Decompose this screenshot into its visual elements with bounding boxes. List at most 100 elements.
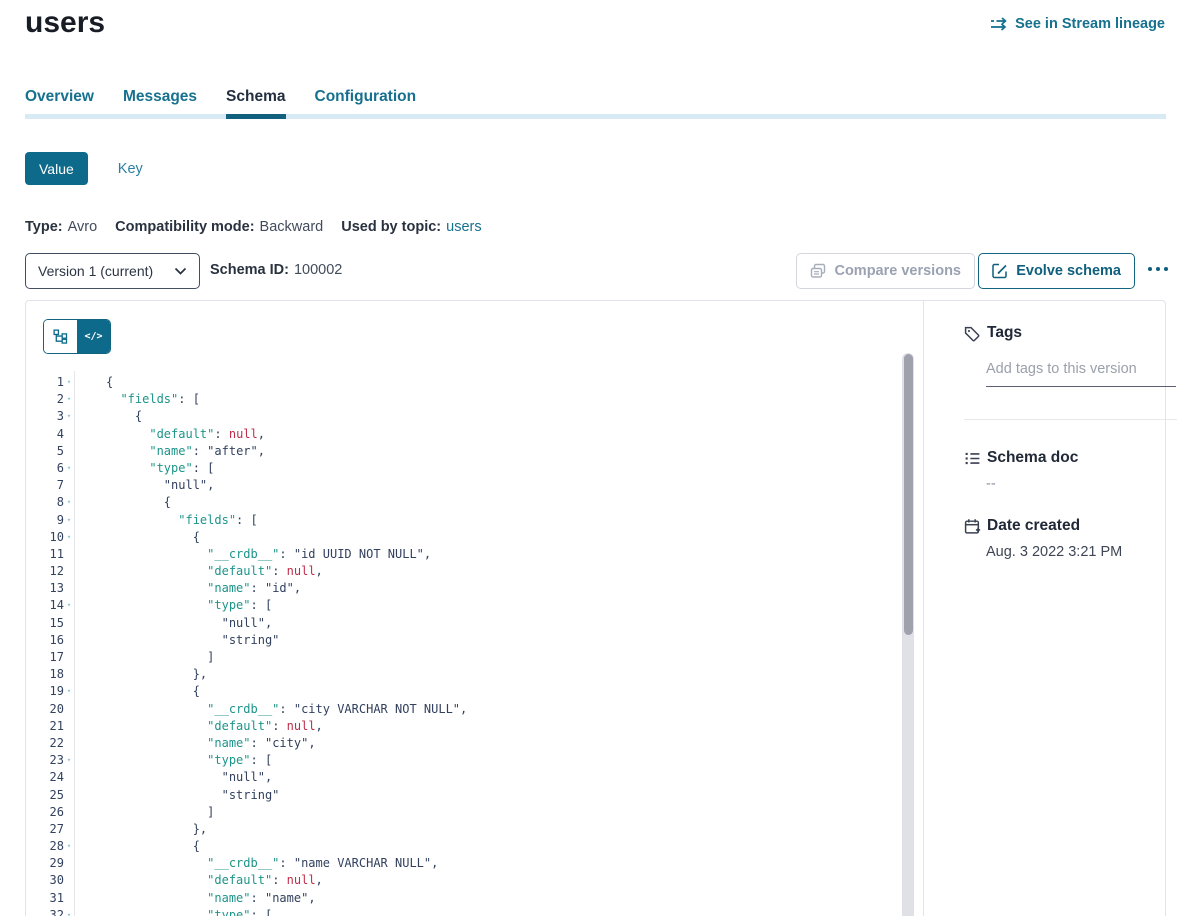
arrow-spacer	[64, 804, 74, 821]
arrow-spacer	[64, 718, 74, 735]
line-number: 25	[26, 787, 64, 804]
collapse-arrow-icon[interactable]: ▾	[64, 460, 74, 477]
code-line: 19▾ {	[26, 683, 915, 700]
arrow-spacer	[64, 855, 74, 872]
code-line: 31 "name": "name",	[26, 890, 915, 907]
tab-schema[interactable]: Schema	[226, 88, 285, 106]
code-line: 7 "null",	[26, 477, 915, 494]
line-number: 32	[26, 907, 64, 916]
code-line: 26 ]	[26, 804, 915, 821]
collapse-arrow-icon[interactable]: ▾	[64, 597, 74, 614]
code-text: {	[74, 683, 200, 700]
type-label: Type:	[25, 219, 63, 235]
code-line: 23▾ "type": [	[26, 752, 915, 769]
code-line: 27 },	[26, 821, 915, 838]
stream-lineage-link[interactable]: See in Stream lineage	[990, 16, 1165, 32]
compat-value: Backward	[260, 219, 324, 235]
tab-label: Configuration	[315, 88, 417, 105]
code-line: 12 "default": null,	[26, 563, 915, 580]
code-line: 9▾ "fields": [	[26, 512, 915, 529]
arrow-spacer	[64, 615, 74, 632]
code-line: 4 "default": null,	[26, 426, 915, 443]
tab-overview[interactable]: Overview	[25, 88, 94, 106]
tab-configuration[interactable]: Configuration	[315, 88, 417, 106]
evolve-schema-icon	[992, 263, 1008, 279]
code-line: 30 "default": null,	[26, 872, 915, 889]
code-line: 11 "__crdb__": "id UUID NOT NULL",	[26, 546, 915, 563]
evolve-schema-button[interactable]: Evolve schema	[978, 253, 1135, 289]
schema-id-label: Schema ID:	[210, 262, 289, 278]
line-number: 11	[26, 546, 64, 563]
more-options-button[interactable]	[1148, 267, 1168, 271]
tree-view-button[interactable]	[44, 320, 77, 353]
code-scrollbar-track[interactable]	[902, 353, 914, 916]
code-text: "name": "after",	[74, 443, 265, 460]
line-number: 15	[26, 615, 64, 632]
compat-pair: Compatibility mode:Backward	[115, 219, 323, 235]
code-text: "string"	[74, 632, 279, 649]
line-number: 31	[26, 890, 64, 907]
line-number: 22	[26, 735, 64, 752]
arrow-spacer	[64, 649, 74, 666]
collapse-arrow-icon[interactable]: ▾	[64, 838, 74, 855]
value-toggle-button[interactable]: Value	[25, 152, 88, 185]
arrow-spacer	[64, 666, 74, 683]
key-toggle-button[interactable]: Key	[112, 160, 149, 178]
code-text: "fields": [	[74, 512, 258, 529]
line-number: 6	[26, 460, 64, 477]
code-text: {	[74, 529, 200, 546]
code-view-button[interactable]: </>	[77, 320, 110, 353]
code-line: 18 },	[26, 666, 915, 683]
line-number: 18	[26, 666, 64, 683]
code-view-icon: </>	[84, 331, 102, 342]
code-text: {	[74, 838, 200, 855]
arrow-spacer	[64, 701, 74, 718]
code-text: "default": null,	[74, 563, 323, 580]
list-icon	[964, 450, 981, 467]
arrow-spacer	[64, 443, 74, 460]
code-line: 8▾ {	[26, 494, 915, 511]
line-number: 8	[26, 494, 64, 511]
collapse-arrow-icon[interactable]: ▾	[64, 374, 74, 391]
code-line: 25 "string"	[26, 787, 915, 804]
code-line: 15 "null",	[26, 615, 915, 632]
tab-messages[interactable]: Messages	[123, 88, 197, 106]
collapse-arrow-icon[interactable]: ▾	[64, 683, 74, 700]
collapse-arrow-icon[interactable]: ▾	[64, 512, 74, 529]
code-text: "type": [	[74, 907, 272, 916]
code-text: "null",	[74, 769, 272, 786]
code-line: 6▾ "type": [	[26, 460, 915, 477]
evolve-schema-label: Evolve schema	[1016, 263, 1121, 279]
code-line: 21 "default": null,	[26, 718, 915, 735]
code-line: 16 "string"	[26, 632, 915, 649]
code-text: "null",	[74, 615, 272, 632]
code-line: 28▾ {	[26, 838, 915, 855]
code-scrollbar-thumb[interactable]	[904, 354, 913, 635]
tags-section-header: Tags	[964, 324, 1022, 342]
version-select[interactable]: Version 1 (current)	[25, 253, 200, 289]
line-number: 7	[26, 477, 64, 494]
collapse-arrow-icon[interactable]: ▾	[64, 494, 74, 511]
code-text: "__crdb__": "city VARCHAR NOT NULL",	[74, 701, 467, 718]
stream-lineage-label: See in Stream lineage	[1015, 16, 1165, 32]
collapse-arrow-icon[interactable]: ▾	[64, 391, 74, 408]
line-number: 5	[26, 443, 64, 460]
schema-page: users See in Stream lineage Overview Mes…	[0, 0, 1189, 916]
collapse-arrow-icon[interactable]: ▾	[64, 752, 74, 769]
schema-id-value: 100002	[294, 262, 342, 278]
collapse-arrow-icon[interactable]: ▾	[64, 529, 74, 546]
tab-bar: Overview Messages Schema Configuration	[25, 88, 416, 106]
code-line: 1▾{	[26, 374, 915, 391]
code-text: "type": [	[74, 597, 272, 614]
topic-link[interactable]: users	[446, 219, 481, 235]
topic-label: Used by topic:	[341, 219, 441, 235]
collapse-arrow-icon[interactable]: ▾	[64, 408, 74, 425]
collapse-arrow-icon[interactable]: ▾	[64, 907, 74, 916]
arrow-spacer	[64, 580, 74, 597]
arrow-spacer	[64, 477, 74, 494]
tags-input[interactable]	[986, 357, 1176, 387]
line-number: 27	[26, 821, 64, 838]
date-created-title: Date created	[987, 517, 1080, 535]
compare-versions-button[interactable]: Compare versions	[796, 253, 975, 289]
tab-label: Overview	[25, 88, 94, 105]
